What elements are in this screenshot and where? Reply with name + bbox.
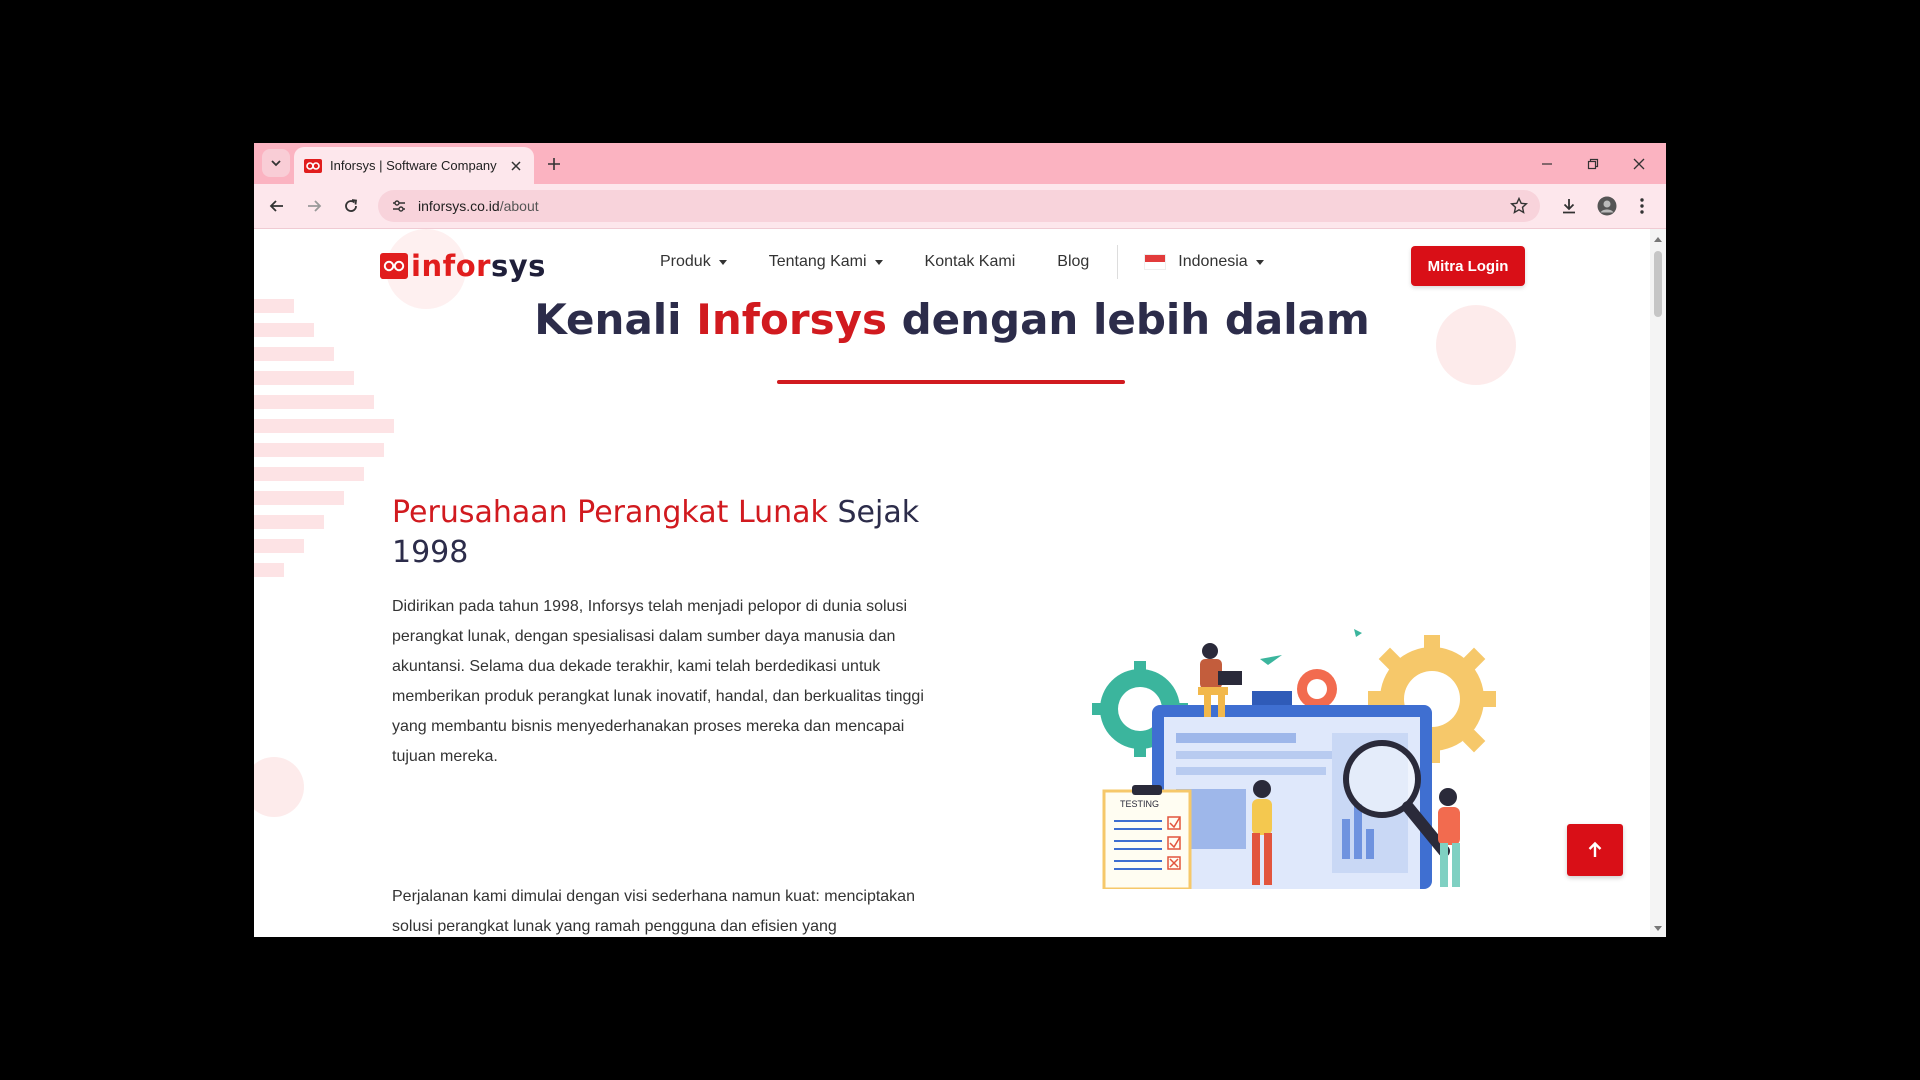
forward-button[interactable] — [301, 193, 327, 219]
tab-title: Inforsys | Software Company — [330, 158, 497, 173]
minimize-icon — [1542, 162, 1552, 165]
scrollbar-thumb[interactable] — [1654, 251, 1662, 317]
language-selector[interactable]: Indonesia — [1144, 253, 1264, 271]
language-label: Indonesia — [1178, 253, 1248, 270]
restore-button[interactable] — [1570, 143, 1616, 184]
page-viewport: inforsys Produk Tentang Kami Kontak Kami… — [254, 229, 1650, 937]
profile-avatar[interactable] — [1594, 193, 1620, 219]
main-nav: Produk Tentang Kami Kontak Kami Blog Ind… — [660, 245, 1306, 279]
logo-text-part-b: sys — [490, 249, 546, 283]
nav-divider — [1117, 245, 1119, 279]
restore-icon — [1587, 158, 1599, 169]
logo-text: inforsys — [411, 249, 546, 283]
close-window-button[interactable] — [1616, 143, 1662, 184]
section-heading: Perusahaan Perangkat Lunak Sejak 1998 — [392, 493, 952, 573]
scroll-to-top-button[interactable] — [1567, 824, 1623, 876]
logo-infinity-icon — [380, 253, 408, 279]
nav-produk[interactable]: Produk — [660, 253, 727, 271]
mitra-login-button[interactable]: Mitra Login — [1411, 246, 1525, 286]
checklist-icon: TESTING — [1102, 785, 1192, 889]
title-underline — [777, 380, 1125, 384]
arrow-left-icon — [269, 200, 283, 212]
tab-search-button[interactable] — [262, 149, 290, 177]
url-path: /about — [499, 198, 539, 214]
nav-label: Kontak Kami — [924, 253, 1016, 270]
menu-button[interactable] — [1629, 193, 1655, 219]
more-vert-icon — [1640, 198, 1644, 214]
arrow-right-icon — [308, 200, 322, 212]
tab-active[interactable]: Inforsys | Software Company — [294, 147, 534, 184]
new-tab-button[interactable] — [542, 152, 566, 176]
scroll-up-arrow-icon[interactable] — [1654, 237, 1662, 242]
reload-button[interactable] — [338, 193, 364, 219]
heading-highlight: Perusahaan Perangkat Lunak — [392, 495, 828, 530]
tab-close-button[interactable] — [506, 156, 526, 176]
paper-plane-icon — [1260, 655, 1282, 665]
indonesia-flag-icon — [1144, 254, 1167, 270]
browser-toolbar: inforsys.co.id/about — [254, 184, 1666, 229]
nav-label: Blog — [1057, 253, 1090, 270]
arrow-up-icon — [1588, 841, 1602, 857]
scroll-down-arrow-icon[interactable] — [1654, 926, 1662, 931]
bookmark-star-icon[interactable] — [1510, 197, 1528, 215]
plus-icon — [548, 158, 560, 170]
tab-bar: Inforsys | Software Company — [254, 143, 1666, 184]
title-highlight: Inforsys — [696, 295, 887, 344]
nav-label: Tentang Kami — [768, 253, 867, 270]
page-scrollbar[interactable] — [1650, 229, 1666, 937]
site-settings-icon[interactable] — [390, 197, 408, 215]
close-icon — [511, 160, 521, 171]
logo-text-part-a: infor — [411, 249, 491, 283]
caret-down-icon — [718, 259, 727, 265]
avatar-icon — [1597, 196, 1617, 216]
favicon-icon — [304, 158, 322, 173]
reload-icon — [345, 199, 358, 212]
address-bar[interactable]: inforsys.co.id/about — [378, 190, 1540, 222]
caret-down-icon — [874, 259, 883, 265]
download-icon — [1563, 199, 1575, 214]
nav-blog[interactable]: Blog — [1057, 253, 1089, 271]
downloads-button[interactable] — [1556, 193, 1582, 219]
person-figure — [1438, 788, 1460, 887]
about-paragraph-1: Didirikan pada tahun 1998, Inforsys tela… — [392, 598, 924, 765]
browser-window: Inforsys | Software Company inforsys.co.… — [254, 143, 1666, 937]
chevron-down-icon — [271, 160, 281, 167]
title-pre: Kenali — [534, 295, 682, 344]
minimize-button[interactable] — [1524, 143, 1570, 184]
title-post: dengan lebih dalam — [901, 295, 1370, 344]
url-text: inforsys.co.id/about — [418, 198, 539, 214]
site-logo[interactable]: inforsys — [380, 249, 546, 283]
software-testing-illustration: TESTING — [1092, 629, 1496, 889]
nav-tentang-kami[interactable]: Tentang Kami — [769, 253, 883, 271]
testing-label: TESTING — [1120, 799, 1159, 809]
decor-circle — [254, 757, 304, 817]
nav-label: Produk — [660, 253, 711, 270]
url-host: inforsys.co.id — [418, 198, 500, 214]
decor-stripes — [254, 299, 394, 577]
about-paragraph-2: Perjalanan kami dimulai dengan visi sede… — [392, 888, 915, 935]
caret-down-icon — [1255, 259, 1264, 265]
paper-plane-icon — [1354, 629, 1362, 637]
nav-kontak-kami[interactable]: Kontak Kami — [925, 253, 1016, 271]
page-title: Kenali Inforsys dengan lebih dalam — [254, 295, 1650, 344]
gear-icon — [1297, 669, 1337, 709]
close-icon — [1633, 158, 1645, 169]
back-button[interactable] — [264, 193, 290, 219]
